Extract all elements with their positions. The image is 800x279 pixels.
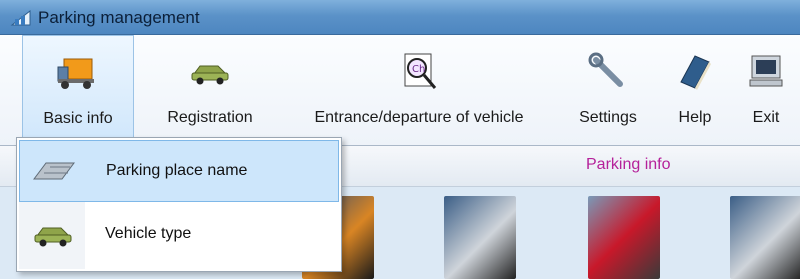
svg-text:Ch: Ch: [412, 64, 425, 75]
book-icon: [680, 55, 711, 90]
registration-button[interactable]: Registration: [150, 35, 270, 145]
truck-icon: [57, 58, 94, 89]
help-button[interactable]: Help: [662, 35, 728, 145]
window-title: Parking management: [38, 8, 200, 27]
registration-label: Registration: [167, 109, 253, 126]
menu-item-vehicle-type[interactable]: Vehicle type: [19, 204, 339, 266]
help-label: Help: [678, 109, 712, 126]
menu-item-label: Vehicle type: [105, 225, 192, 242]
parking-info-label: Parking info: [586, 156, 671, 173]
settings-label: Settings: [579, 109, 637, 126]
title-bar: Parking management: [0, 0, 800, 35]
magnifier-document-icon: Ch: [404, 53, 437, 89]
car-icon: [191, 65, 229, 85]
app-icon: [10, 9, 31, 26]
car-icon: [34, 227, 72, 247]
menu-item-parking-place-name[interactable]: Parking place name: [19, 140, 339, 202]
vehicle-photo[interactable]: [730, 196, 800, 279]
parking-place-icon: [33, 162, 75, 180]
entrance-departure-button[interactable]: Ch Entrance/departure of vehicle: [288, 35, 550, 145]
exit-button[interactable]: Exit: [738, 35, 794, 145]
basic-info-button[interactable]: Basic info: [22, 35, 134, 145]
basic-info-dropdown-menu: Parking place name Vehicle type: [16, 137, 342, 272]
computer-icon: [749, 55, 783, 87]
basic-info-label: Basic info: [43, 110, 113, 127]
exit-label: Exit: [752, 109, 780, 126]
entrance-departure-label: Entrance/departure of vehicle: [314, 109, 524, 126]
settings-button[interactable]: Settings: [568, 35, 648, 145]
wrench-icon: [588, 52, 623, 87]
menu-item-label: Parking place name: [106, 162, 248, 179]
vehicle-photo[interactable]: [444, 196, 516, 279]
vehicle-photo[interactable]: [588, 196, 660, 279]
toolbar: Basic info Registration Ch Entrance/depa…: [0, 35, 800, 146]
